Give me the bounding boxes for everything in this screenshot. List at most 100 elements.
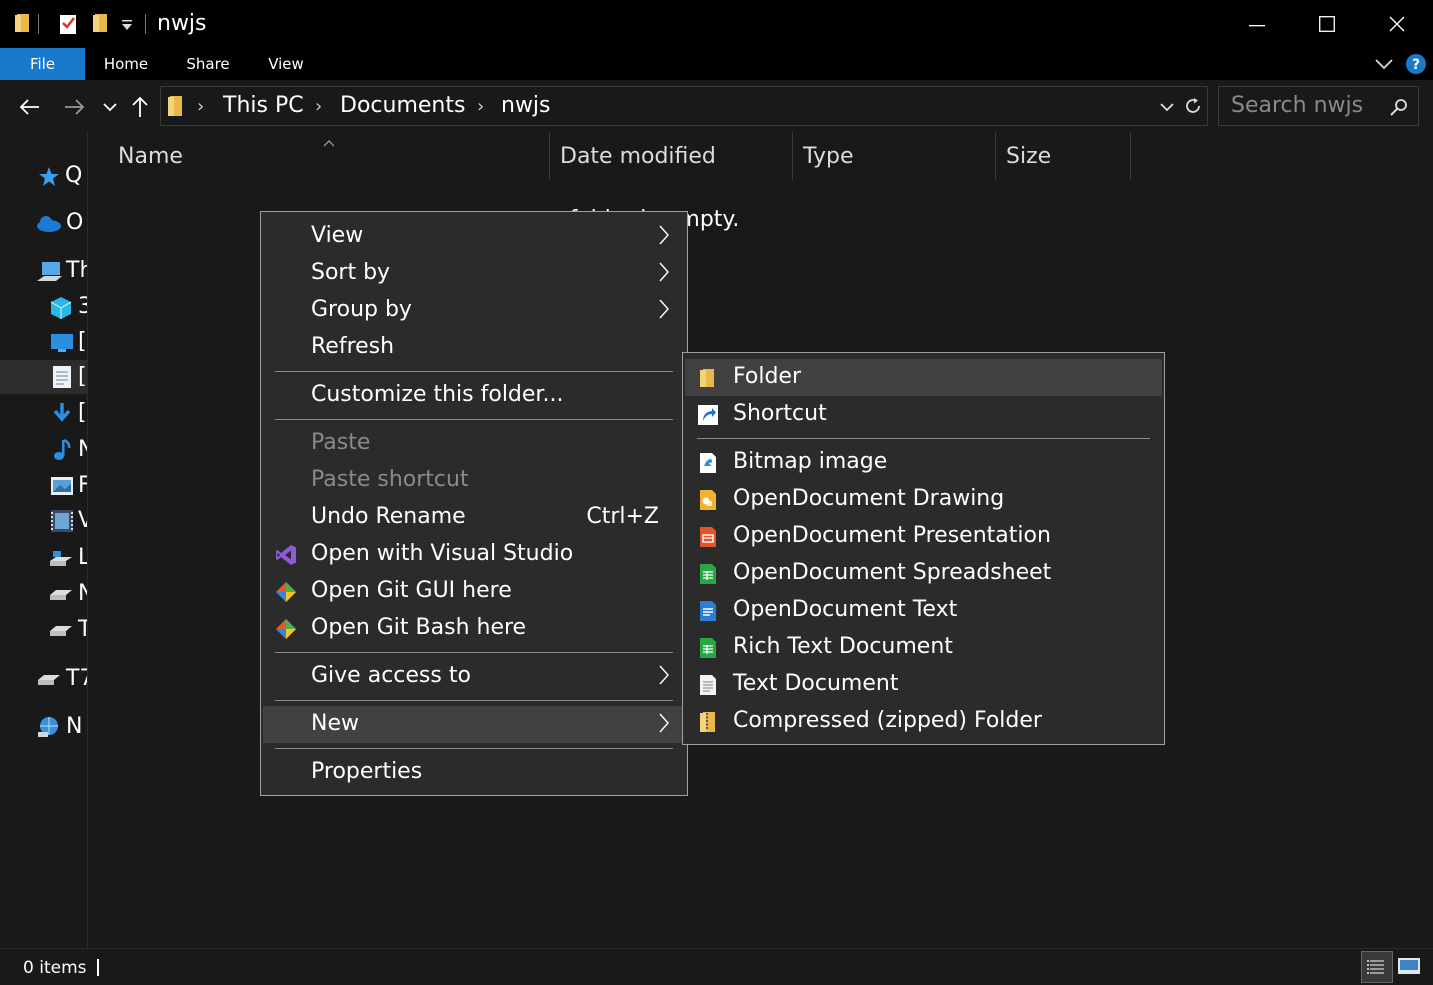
new-od-text-item[interactable]: OpenDocument Text [685,592,1162,629]
nav-item-pictures[interactable]: F [0,470,87,504]
new-text-document-item[interactable]: Text Document [685,666,1162,703]
nav-item-documents[interactable]: [ [0,361,87,395]
column-header-name[interactable]: Name [118,144,183,169]
properties-icon[interactable] [58,13,78,39]
nav-item-onedrive[interactable]: O [0,207,87,241]
tab-file[interactable]: File [0,48,85,80]
folder-icon [700,369,714,387]
git-icon [276,619,296,639]
breadcrumb-this-pc[interactable]: This PC [223,93,304,118]
menu-item-new[interactable]: New [263,706,685,743]
large-icons-view-button[interactable] [1396,953,1424,981]
nav-item-music[interactable]: N [0,434,87,468]
sort-indicator-icon [323,132,335,151]
new-bitmap-item[interactable]: Bitmap image [685,444,1162,481]
nav-item-drive-t7[interactable]: T7 [0,663,87,697]
new-od-drawing-item[interactable]: OpenDocument Drawing [685,481,1162,518]
nav-item-3d-objects[interactable]: 3 [0,291,87,325]
menu-item-undo-rename[interactable]: Undo Rename Ctrl+Z [263,499,685,536]
new-shortcut-item[interactable]: Shortcut [685,396,1162,433]
up-button[interactable] [126,93,154,121]
menu-item-label: OpenDocument Text [733,597,958,622]
new-zipped-folder-item[interactable]: Compressed (zipped) Folder [685,703,1162,740]
shortcut-icon [698,405,718,425]
nav-item-drive[interactable]: N [0,578,87,612]
column-divider[interactable] [1130,132,1131,180]
new-od-spreadsheet-item[interactable]: OpenDocument Spreadsheet [685,555,1162,592]
od-spreadsheet-icon [700,564,716,584]
menu-item-refresh[interactable]: Refresh [263,329,685,366]
new-folder-item[interactable]: Folder [685,359,1162,396]
menu-item-label: Give access to [311,663,471,688]
expand-ribbon-button[interactable] [1372,54,1396,74]
menu-item-sort-by[interactable]: Sort by [263,255,685,292]
search-placeholder: Search nwjs [1231,93,1364,118]
3d-objects-icon [50,296,72,324]
chevron-right-icon[interactable]: › [477,96,484,117]
column-divider[interactable] [995,132,996,180]
navigation-pane[interactable]: Q O Th 3 [ [ [ [0,132,88,948]
tab-share[interactable]: Share [178,48,238,80]
breadcrumb-documents[interactable]: Documents [340,93,465,118]
address-dropdown-icon[interactable] [1159,99,1175,119]
chevron-right-icon[interactable]: › [315,96,322,117]
help-icon[interactable]: ? [1405,53,1427,75]
column-header-date-modified[interactable]: Date modified [560,144,716,169]
nav-item-this-pc[interactable]: Th [0,255,87,289]
column-divider[interactable] [792,132,793,180]
nav-item-desktop[interactable]: [ [0,326,87,360]
menu-item-group-by[interactable]: Group by [263,292,685,329]
refresh-icon[interactable] [1183,96,1203,120]
tab-view[interactable]: View [258,48,314,80]
menu-item-open-visual-studio[interactable]: Open with Visual Studio [263,536,685,573]
minimize-button[interactable] [1222,0,1292,48]
search-box[interactable]: Search nwjs [1218,86,1419,126]
nav-item-downloads[interactable]: [ [0,397,87,431]
downloads-icon [52,401,72,429]
new-od-presentation-item[interactable]: OpenDocument Presentation [685,518,1162,555]
navigation-row: › This PC › Documents › nwjs Search nwjs [0,80,1433,132]
maximize-button[interactable] [1292,0,1362,48]
menu-item-properties[interactable]: Properties [263,754,685,791]
nav-item-videos[interactable]: V [0,505,87,539]
context-menu[interactable]: View Sort by Group by Refresh Customize … [260,211,688,796]
column-divider[interactable] [549,132,550,180]
menu-item-label: Text Document [733,671,899,696]
new-rich-text-item[interactable]: Rich Text Document [685,629,1162,666]
back-button[interactable] [16,93,44,121]
column-header-type[interactable]: Type [803,144,854,169]
nav-item-label: [ [78,400,87,425]
nav-item-local-disk[interactable]: L [0,542,87,576]
git-icon [276,582,296,602]
menu-item-label: OpenDocument Spreadsheet [733,560,1052,585]
chevron-right-icon [659,299,669,319]
column-header-size[interactable]: Size [1006,144,1051,169]
customize-toolbar-icon[interactable] [121,17,133,36]
menu-separator [275,700,673,701]
nav-item-network[interactable]: N [0,711,87,745]
menu-item-label: Group by [311,297,412,322]
recent-locations-button[interactable] [96,93,124,121]
menu-item-view[interactable]: View [263,218,685,255]
new-folder-icon[interactable] [92,13,110,37]
breadcrumb-nwjs[interactable]: nwjs [501,93,551,118]
item-count: 0 items [23,958,87,978]
menu-item-open-git-gui[interactable]: Open Git GUI here [263,573,685,610]
nav-item-drive[interactable]: T [0,614,87,648]
menu-item-customize-folder[interactable]: Customize this folder... [263,377,685,414]
menu-item-label: Folder [733,364,801,389]
details-view-button[interactable] [1361,951,1393,983]
menu-item-label: Undo Rename [311,504,466,529]
menu-item-give-access[interactable]: Give access to [263,658,685,695]
nav-item-label: F [78,473,87,498]
address-bar[interactable]: › This PC › Documents › nwjs [160,86,1208,126]
nav-item-quick-access[interactable]: Q [0,160,87,194]
new-submenu[interactable]: Folder Shortcut Bitmap image OpenDocumen… [682,352,1165,745]
tab-home[interactable]: Home [96,48,156,80]
od-presentation-icon [700,527,716,547]
chevron-right-icon[interactable]: › [197,96,204,117]
folder-icon [14,13,32,37]
menu-item-open-git-bash[interactable]: Open Git Bash here [263,610,685,647]
forward-button[interactable] [60,93,88,121]
close-button[interactable] [1362,0,1432,48]
